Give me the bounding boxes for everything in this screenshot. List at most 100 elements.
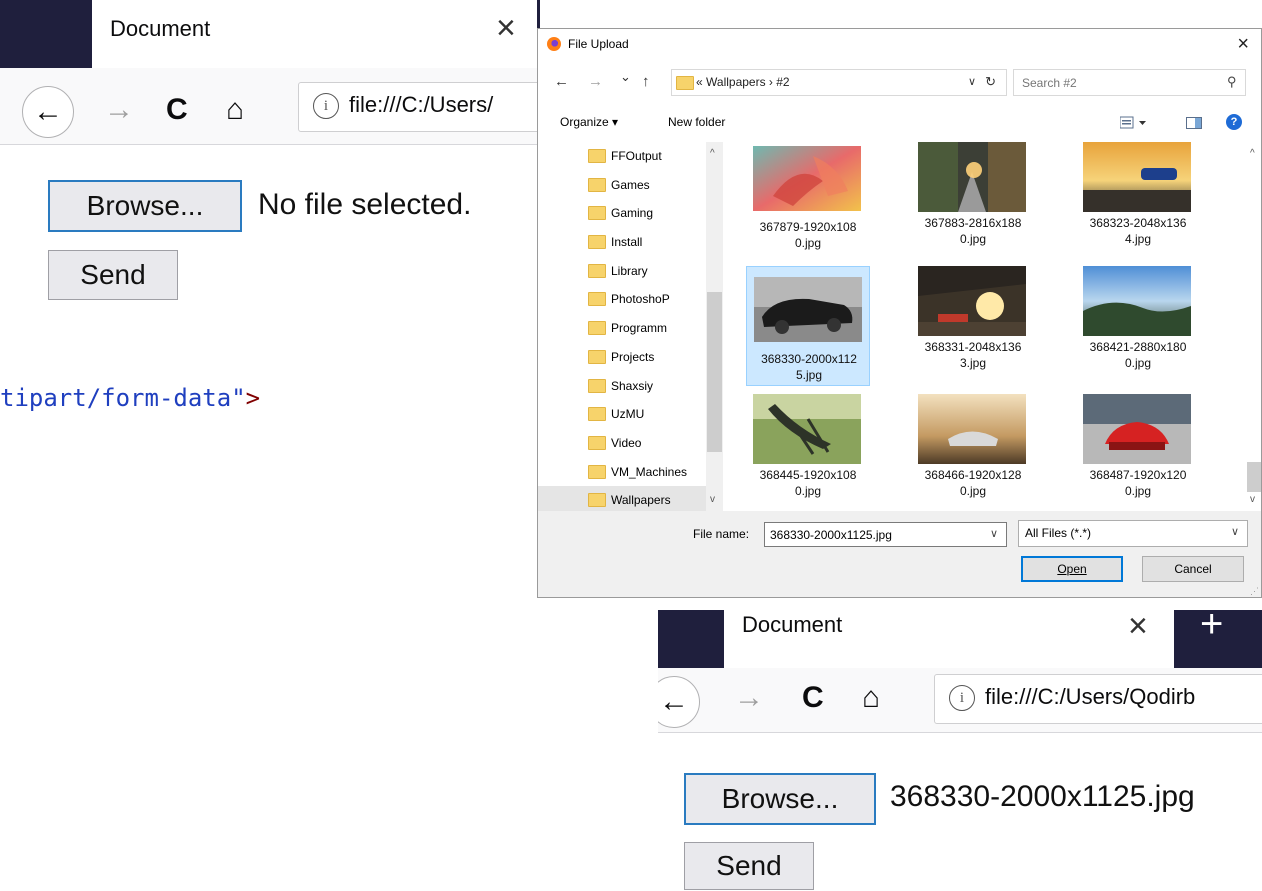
chevron-down-icon[interactable]: ∨ [990,527,998,540]
folder-item[interactable]: PhotoshoP [538,285,706,313]
tab-bar: Document × [0,0,540,68]
file-name: 368445-1920x108 0.jpg [746,467,870,499]
folder-item[interactable]: UzMU [538,400,706,428]
scroll-up-icon[interactable]: ^ [710,148,715,159]
organize-menu[interactable]: Organize ▾ [560,115,618,129]
file-name: 368421-2880x180 0.jpg [1076,339,1200,371]
folder-icon [588,264,606,278]
file-tile[interactable]: 368487-1920x120 0.jpg [1076,394,1200,511]
file-tile[interactable]: 367883-2816x188 0.jpg [911,142,1035,262]
tab-close-icon[interactable]: × [496,8,516,48]
folder-icon [588,436,606,450]
folder-label: Projects [611,350,655,364]
file-tile[interactable]: 368466-1920x128 0.jpg [911,394,1035,511]
folder-label: Programm [611,321,668,335]
scroll-down-icon[interactable]: v [1250,494,1255,505]
forward-icon[interactable]: → [734,680,764,716]
reload-icon[interactable]: C [166,92,188,128]
files-scrollbar[interactable]: ^ v [1246,142,1261,511]
folder-item[interactable]: Games [538,171,706,199]
folder-icon [588,178,606,192]
tab-document[interactable]: Document × [92,0,540,68]
scroll-down-icon[interactable]: v [710,494,715,505]
folder-item[interactable]: Programm [538,314,706,342]
folder-icon [588,321,606,335]
file-name-line: 0.jpg [959,232,987,246]
back-icon[interactable]: ← [658,676,700,728]
image-thumbnail [918,266,1026,336]
folder-item[interactable]: Video [538,429,706,457]
info-icon[interactable]: i [949,685,975,711]
dialog-back-icon[interactable]: ← [554,73,569,90]
new-folder-button[interactable]: New folder [668,115,725,129]
home-icon[interactable]: ⌂ [226,92,244,128]
open-button[interactable]: Open [1021,556,1123,582]
search-input[interactable]: Search #2 ⚲ [1013,69,1246,96]
file-type-select[interactable]: All Files (*.*) ∨ [1018,520,1248,547]
url-bar[interactable]: i file:///C:/Users/ [298,82,540,132]
file-tile[interactable]: 368331-2048x136 3.jpg [911,266,1035,386]
folder-icon [588,206,606,220]
nav-scroll-thumb[interactable] [707,292,722,452]
folder-item[interactable]: Shaxsiy [538,372,706,400]
nav-scrollbar[interactable]: ^ v [706,142,723,511]
cancel-button[interactable]: Cancel [1142,556,1244,582]
address-bar-row: ← → ⌄ ↑ « Wallpapers › #2 ∨ ↻ Search #2 … [538,60,1261,104]
help-icon[interactable]: ? [1226,114,1242,130]
new-tab-icon[interactable]: + [1200,610,1223,647]
file-name-field[interactable]: 368330-2000x1125.jpg ∨ [764,522,1007,547]
image-thumbnail [753,394,861,464]
folder-label: PhotoshoP [611,292,670,306]
breadcrumb[interactable]: « Wallpapers › #2 ∨ ↻ [671,69,1007,96]
file-name-line: 0.jpg [1124,356,1152,370]
forward-icon[interactable]: → [104,92,134,128]
folder-item[interactable]: FFOutput [538,142,706,170]
folder-item[interactable]: Install [538,228,706,256]
send-button[interactable]: Send [48,250,178,300]
send-button[interactable]: Send [684,842,814,890]
file-status-text: 368330-2000x1125.jpg [890,780,1195,813]
file-status-text: No file selected. [258,188,472,221]
file-tile[interactable]: 368323-2048x136 4.jpg [1076,142,1200,262]
search-placeholder: Search #2 [1022,76,1077,90]
resize-grip-icon[interactable]: ⋰ [1250,586,1259,597]
folder-icon [588,350,606,364]
tab-document[interactable]: Document × [724,610,1174,668]
preview-pane-icon[interactable] [1186,116,1202,130]
dialog-close-icon[interactable]: × [1237,33,1249,56]
home-icon[interactable]: ⌂ [862,680,880,716]
file-tile-selected[interactable]: 368330-2000x112 5.jpg [746,266,870,386]
view-options-icon[interactable] [1120,116,1150,130]
browser-window-before: Document × ← → C ⌂ i file:///C:/Users/ B… [0,0,540,326]
info-icon[interactable]: i [313,93,339,119]
url-bar[interactable]: i file:///C:/Users/Qodirb [934,674,1262,724]
dialog-forward-icon[interactable]: → [588,73,603,90]
folder-item[interactable]: Projects [538,343,706,371]
file-type-value: All Files (*.*) [1025,526,1092,540]
refresh-icon[interactable]: ↻ [985,74,996,90]
file-tile[interactable]: 367879-1920x108 0.jpg [746,146,870,266]
reload-icon[interactable]: C [802,680,824,716]
browse-button[interactable]: Browse... [684,773,876,825]
folder-item[interactable]: Gaming [538,199,706,227]
up-folder-icon[interactable]: ↑ [642,73,650,90]
browse-button[interactable]: Browse... [48,180,242,232]
folder-label: Gaming [611,206,654,220]
tab-close-icon[interactable]: × [1128,610,1148,646]
files-scroll-thumb[interactable] [1247,462,1261,492]
file-name: 368487-1920x120 0.jpg [1076,467,1200,499]
file-tile[interactable]: 368421-2880x180 0.jpg [1076,266,1200,386]
folder-item-current[interactable]: Wallpapers [538,486,706,511]
file-name: 368330-2000x112 5.jpg [747,351,871,383]
scroll-up-icon[interactable]: ^ [1250,148,1255,159]
folder-label: FFOutput [611,149,662,163]
folder-item[interactable]: Library [538,257,706,285]
folder-item[interactable]: VM_Machines [538,458,706,486]
file-name-label: File name: [693,527,750,541]
file-name-line: 0.jpg [794,236,822,250]
back-icon[interactable]: ← [22,86,74,138]
recent-locations-icon[interactable]: ⌄ [620,69,631,85]
file-name-line: 368466-1920x128 [924,468,1022,482]
file-tile[interactable]: 368445-1920x108 0.jpg [746,394,870,511]
chevron-down-icon[interactable]: ∨ [968,75,976,88]
